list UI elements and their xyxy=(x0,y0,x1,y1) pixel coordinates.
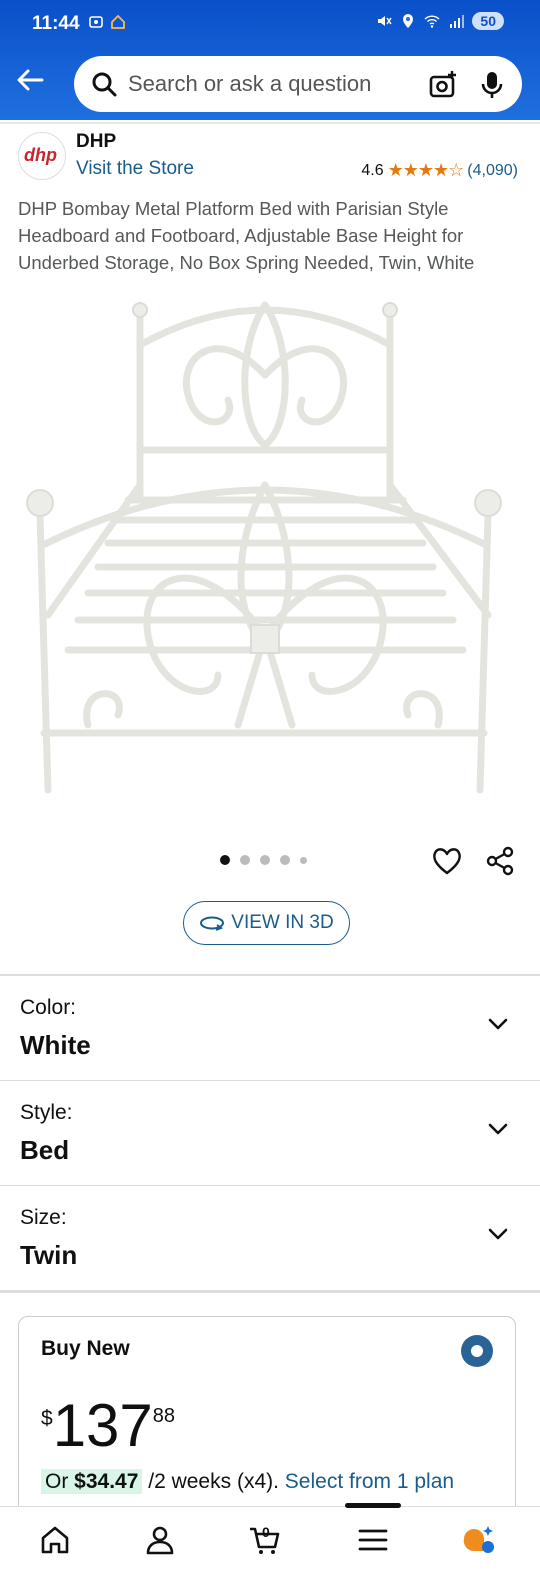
image-carousel-indicator[interactable] xyxy=(220,855,307,865)
wifi-icon xyxy=(424,15,440,28)
buy-new-title: Buy New xyxy=(41,1337,130,1360)
carousel-dot[interactable] xyxy=(300,856,307,864)
search-bar[interactable]: Search or ask a question xyxy=(74,56,522,112)
variation-label: Color: xyxy=(20,996,77,1019)
bottom-navigation: 0 xyxy=(0,1503,540,1588)
cart-button[interactable]: 0 xyxy=(248,1523,282,1557)
share-icon[interactable] xyxy=(484,845,516,877)
menu-icon[interactable] xyxy=(356,1523,390,1557)
camera-search-icon[interactable] xyxy=(428,70,458,100)
carousel-dot[interactable] xyxy=(220,855,230,865)
heart-icon[interactable] xyxy=(431,845,463,877)
variation-value: Bed xyxy=(20,1135,70,1165)
carousel-dot[interactable] xyxy=(280,855,290,865)
installment-highlight: Or $34.47 xyxy=(41,1469,143,1494)
signal-icon xyxy=(450,15,465,28)
installment-amount: $34.47 xyxy=(74,1470,139,1493)
variation-label: Style: xyxy=(20,1101,73,1124)
status-system-icons: 50 xyxy=(376,12,504,30)
home-icon[interactable] xyxy=(38,1523,72,1557)
product-title: DHP Bombay Metal Platform Bed with Paris… xyxy=(18,198,475,273)
carousel-dot[interactable] xyxy=(260,855,270,865)
chevron-down-icon xyxy=(488,1228,508,1240)
product-image[interactable] xyxy=(18,285,523,810)
brand-name: DHP xyxy=(76,131,117,152)
chevron-down-icon xyxy=(488,1123,508,1135)
rufus-icon[interactable] xyxy=(462,1523,496,1557)
rating-count[interactable]: (4,090) xyxy=(467,162,518,180)
buy-new-radio[interactable] xyxy=(461,1335,493,1367)
location-icon xyxy=(403,14,414,28)
variation-label: Size: xyxy=(20,1206,67,1229)
variation-style[interactable]: Style: Bed xyxy=(0,1081,540,1185)
carousel-dot[interactable] xyxy=(240,855,250,865)
variation-size[interactable]: Size: Twin xyxy=(0,1186,540,1290)
brand-logo[interactable]: dhp xyxy=(18,132,66,180)
variation-divider xyxy=(0,1290,540,1293)
rotate-3d-icon xyxy=(200,916,225,931)
installment-prefix: Or xyxy=(45,1470,75,1493)
screenshot-icon xyxy=(89,16,103,28)
status-time: 11:44 xyxy=(32,13,80,34)
search-icon xyxy=(92,72,117,97)
installment-plan: Or $34.47 /2 weeks (x4). Select from 1 p… xyxy=(41,1469,454,1494)
status-bar: 11:44 50 xyxy=(0,0,540,50)
rating-summary[interactable]: 4.6 ★★★★☆ (4,090) xyxy=(361,160,518,181)
account-icon[interactable] xyxy=(143,1523,177,1557)
chevron-down-icon xyxy=(488,1018,508,1030)
variation-value: White xyxy=(20,1030,91,1060)
battery-indicator: 50 xyxy=(472,12,504,30)
microphone-icon[interactable] xyxy=(478,70,506,100)
google-home-icon xyxy=(111,14,125,29)
rating-value: 4.6 xyxy=(361,161,384,179)
cart-count: 0 xyxy=(262,1524,270,1540)
active-tab-indicator xyxy=(345,1503,401,1508)
view-in-3d-button[interactable]: VIEW IN 3D xyxy=(183,901,350,945)
brand-logo-text: dhp xyxy=(24,145,57,165)
app-header: 11:44 50 Search or ask a question xyxy=(0,0,540,120)
view-in-3d-label: VIEW IN 3D xyxy=(231,912,334,933)
price: $ 137 88 xyxy=(41,1395,175,1457)
price-fraction: 88 xyxy=(152,1405,176,1427)
price-currency: $ xyxy=(41,1407,53,1430)
header-divider xyxy=(0,122,540,124)
select-plan-link[interactable]: Select from 1 plan xyxy=(285,1470,454,1493)
visit-store-link[interactable]: Visit the Store xyxy=(76,158,194,180)
mute-icon xyxy=(378,16,393,26)
rating-stars-icon: ★★★★☆ xyxy=(387,160,465,180)
installment-terms: /2 weeks (x4). xyxy=(142,1470,285,1493)
back-arrow-icon[interactable] xyxy=(14,64,46,96)
price-whole: 137 xyxy=(52,1392,153,1459)
variation-value: Twin xyxy=(20,1240,78,1270)
search-input[interactable]: Search or ask a question xyxy=(128,71,371,97)
status-notification-icons xyxy=(88,14,126,30)
variation-color[interactable]: Color: White xyxy=(0,976,540,1080)
